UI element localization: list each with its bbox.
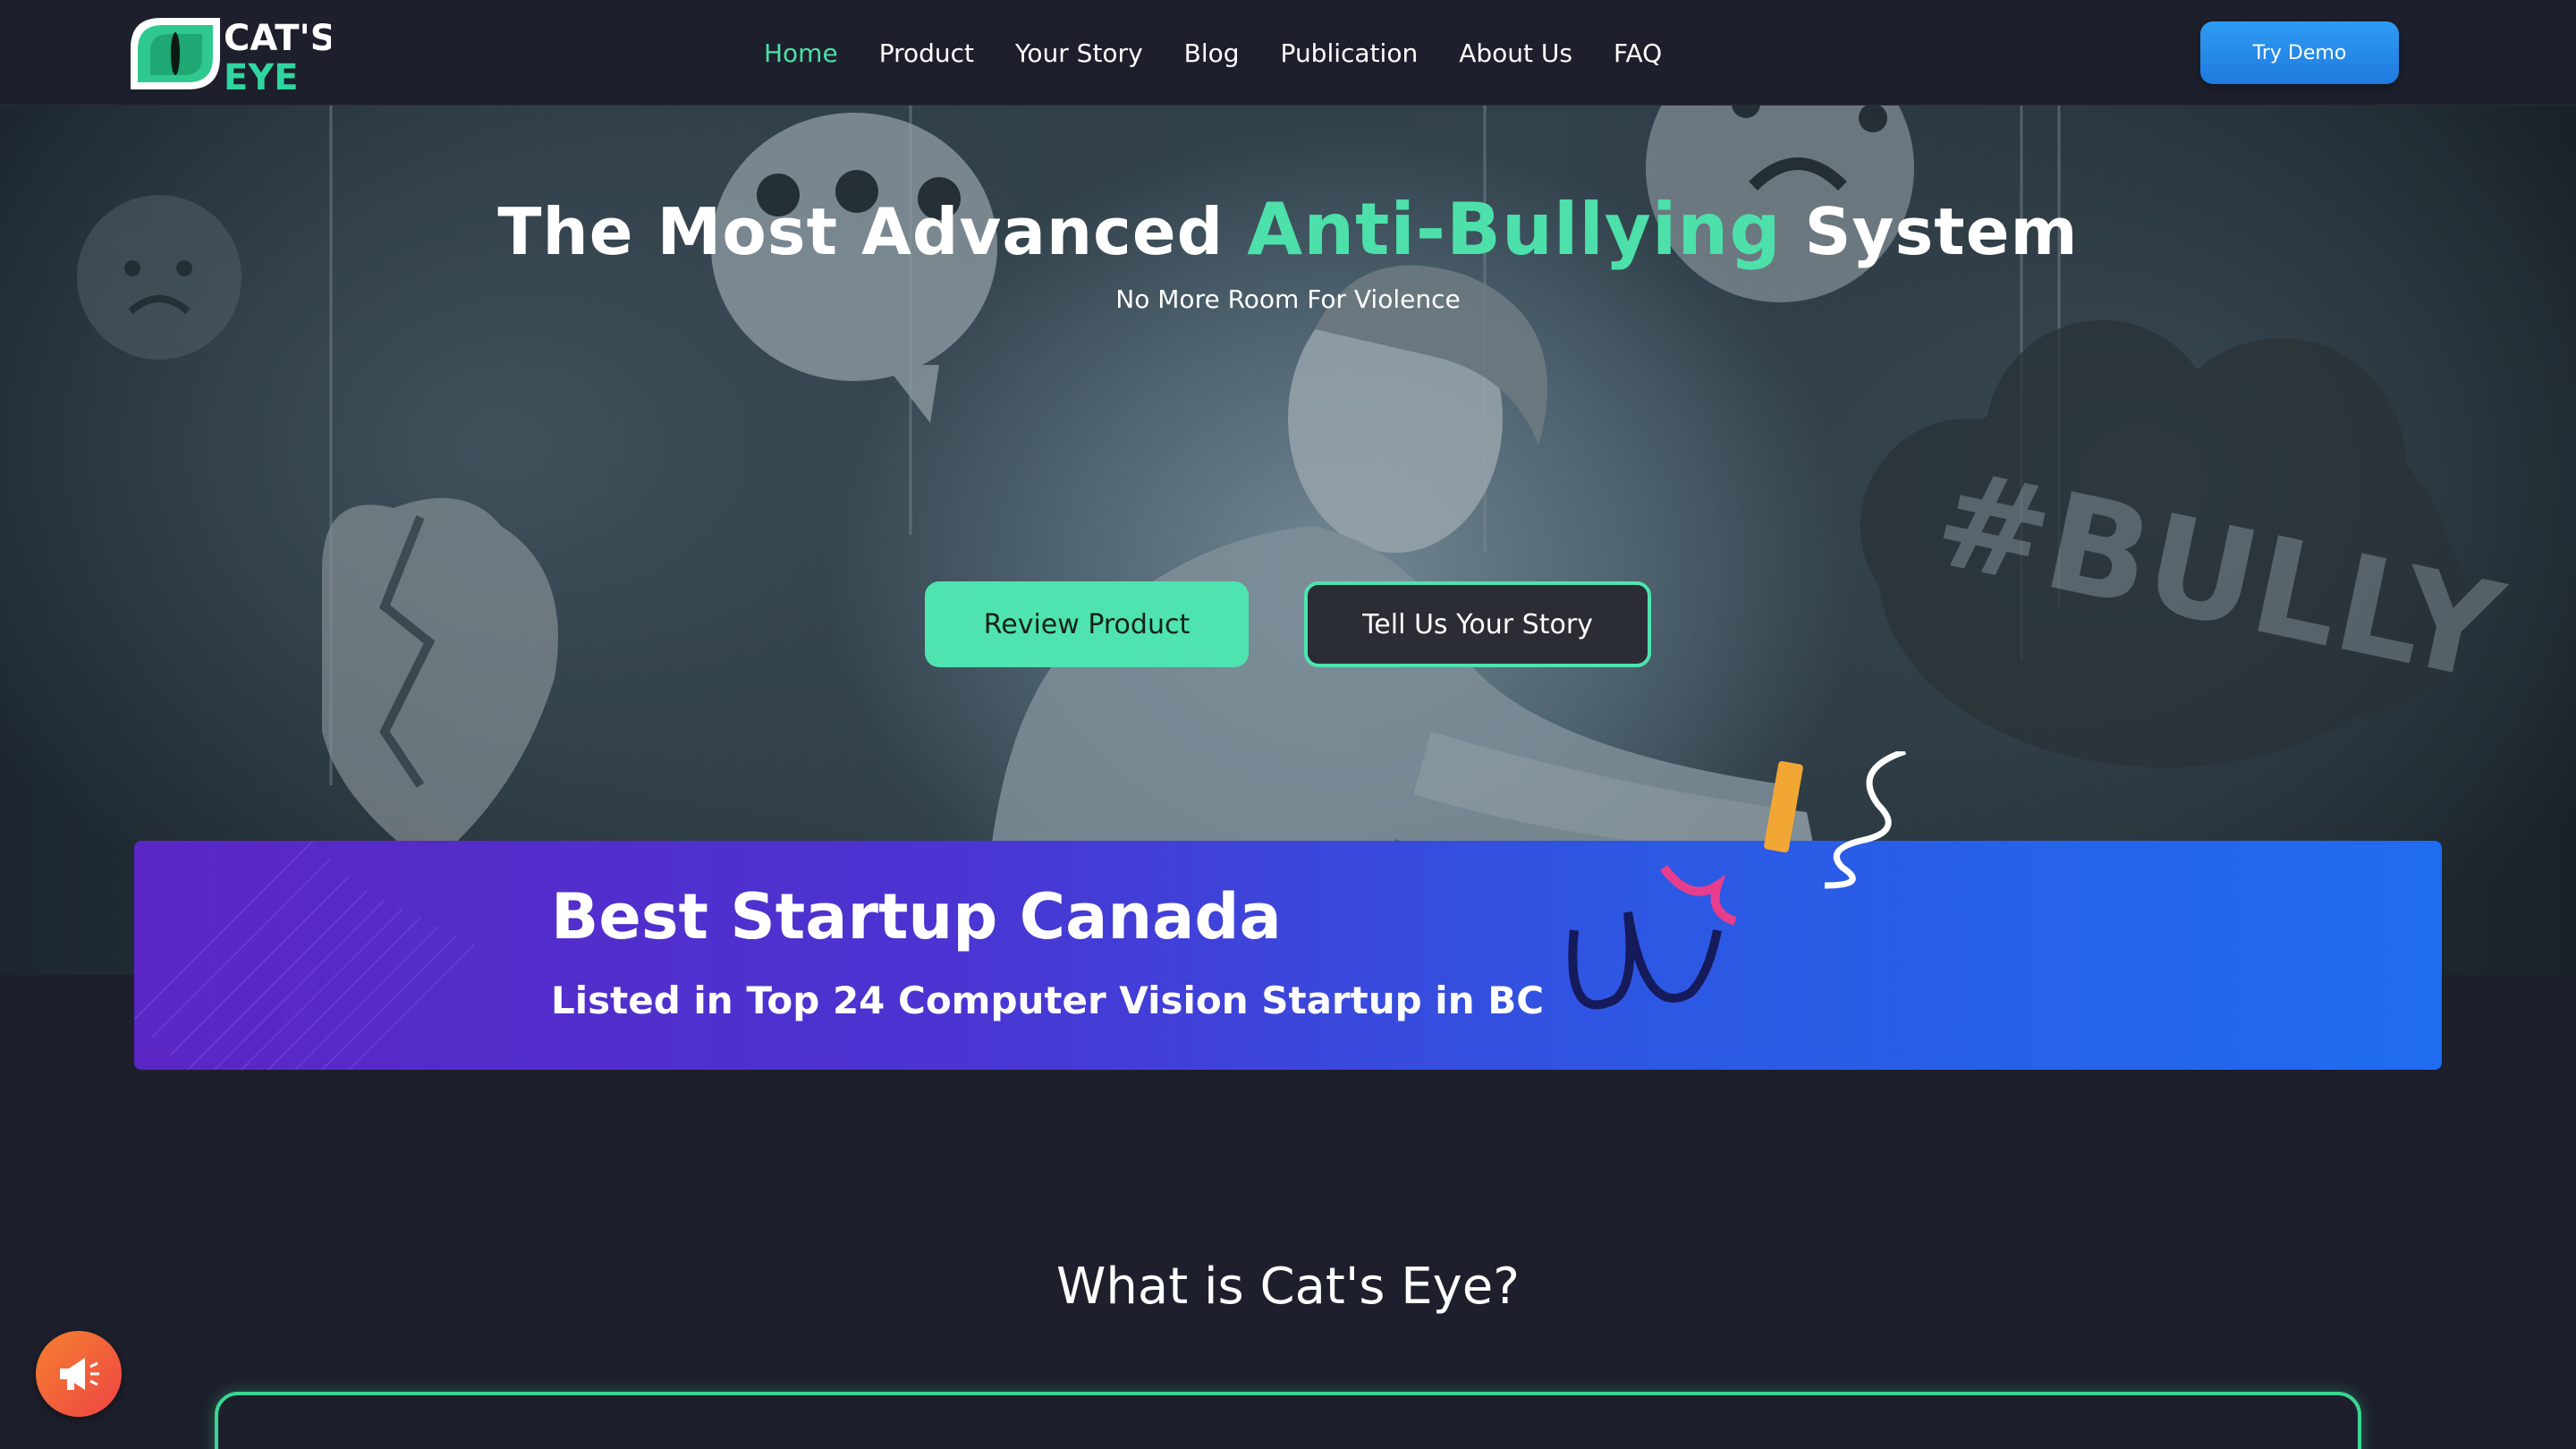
section-title: What is Cat's Eye? xyxy=(1056,1258,1520,1316)
nav-your-story[interactable]: Your Story xyxy=(1015,38,1143,68)
site-header: CAT'S EYE Home Product Your Story Blog P… xyxy=(0,0,2576,106)
nav-home[interactable]: Home xyxy=(764,38,838,68)
review-product-button[interactable]: Review Product xyxy=(925,581,1249,667)
banner-title: Best Startup Canada xyxy=(551,880,1282,953)
hero-title-accent: Anti-Bullying xyxy=(1247,188,1782,271)
megaphone-icon xyxy=(60,1358,99,1390)
main-nav: Home Product Your Story Blog Publication… xyxy=(764,32,1703,73)
tell-us-your-story-button[interactable]: Tell Us Your Story xyxy=(1304,581,1651,667)
nav-product[interactable]: Product xyxy=(879,38,974,68)
hero-title-post: System xyxy=(1781,194,2079,269)
logo-text-line1: CAT'S xyxy=(224,18,331,59)
nav-faq[interactable]: FAQ xyxy=(1614,38,1662,68)
banner-pattern-decoration xyxy=(134,841,475,1070)
award-banner: Best Startup Canada Listed in Top 24 Com… xyxy=(134,841,2442,1070)
banner-subtitle: Listed in Top 24 Computer Vision Startup… xyxy=(551,979,1545,1022)
nav-publication[interactable]: Publication xyxy=(1281,38,1419,68)
confetti-decoration xyxy=(1568,751,1907,1010)
hero-subtitle: No More Room For Violence xyxy=(1115,284,1461,314)
info-card xyxy=(215,1392,2361,1449)
cats-eye-logo[interactable]: CAT'S EYE xyxy=(125,13,336,98)
nav-about-us[interactable]: About Us xyxy=(1459,38,1572,68)
nav-blog[interactable]: Blog xyxy=(1184,38,1240,68)
feedback-widget-button[interactable] xyxy=(36,1331,122,1417)
hero-title: The Most Advanced Anti-Bullying System xyxy=(0,188,2576,271)
hero-title-pre: The Most Advanced xyxy=(497,194,1248,269)
logo-text-line2: EYE xyxy=(224,57,299,95)
try-demo-button[interactable]: Try Demo xyxy=(2200,21,2399,84)
